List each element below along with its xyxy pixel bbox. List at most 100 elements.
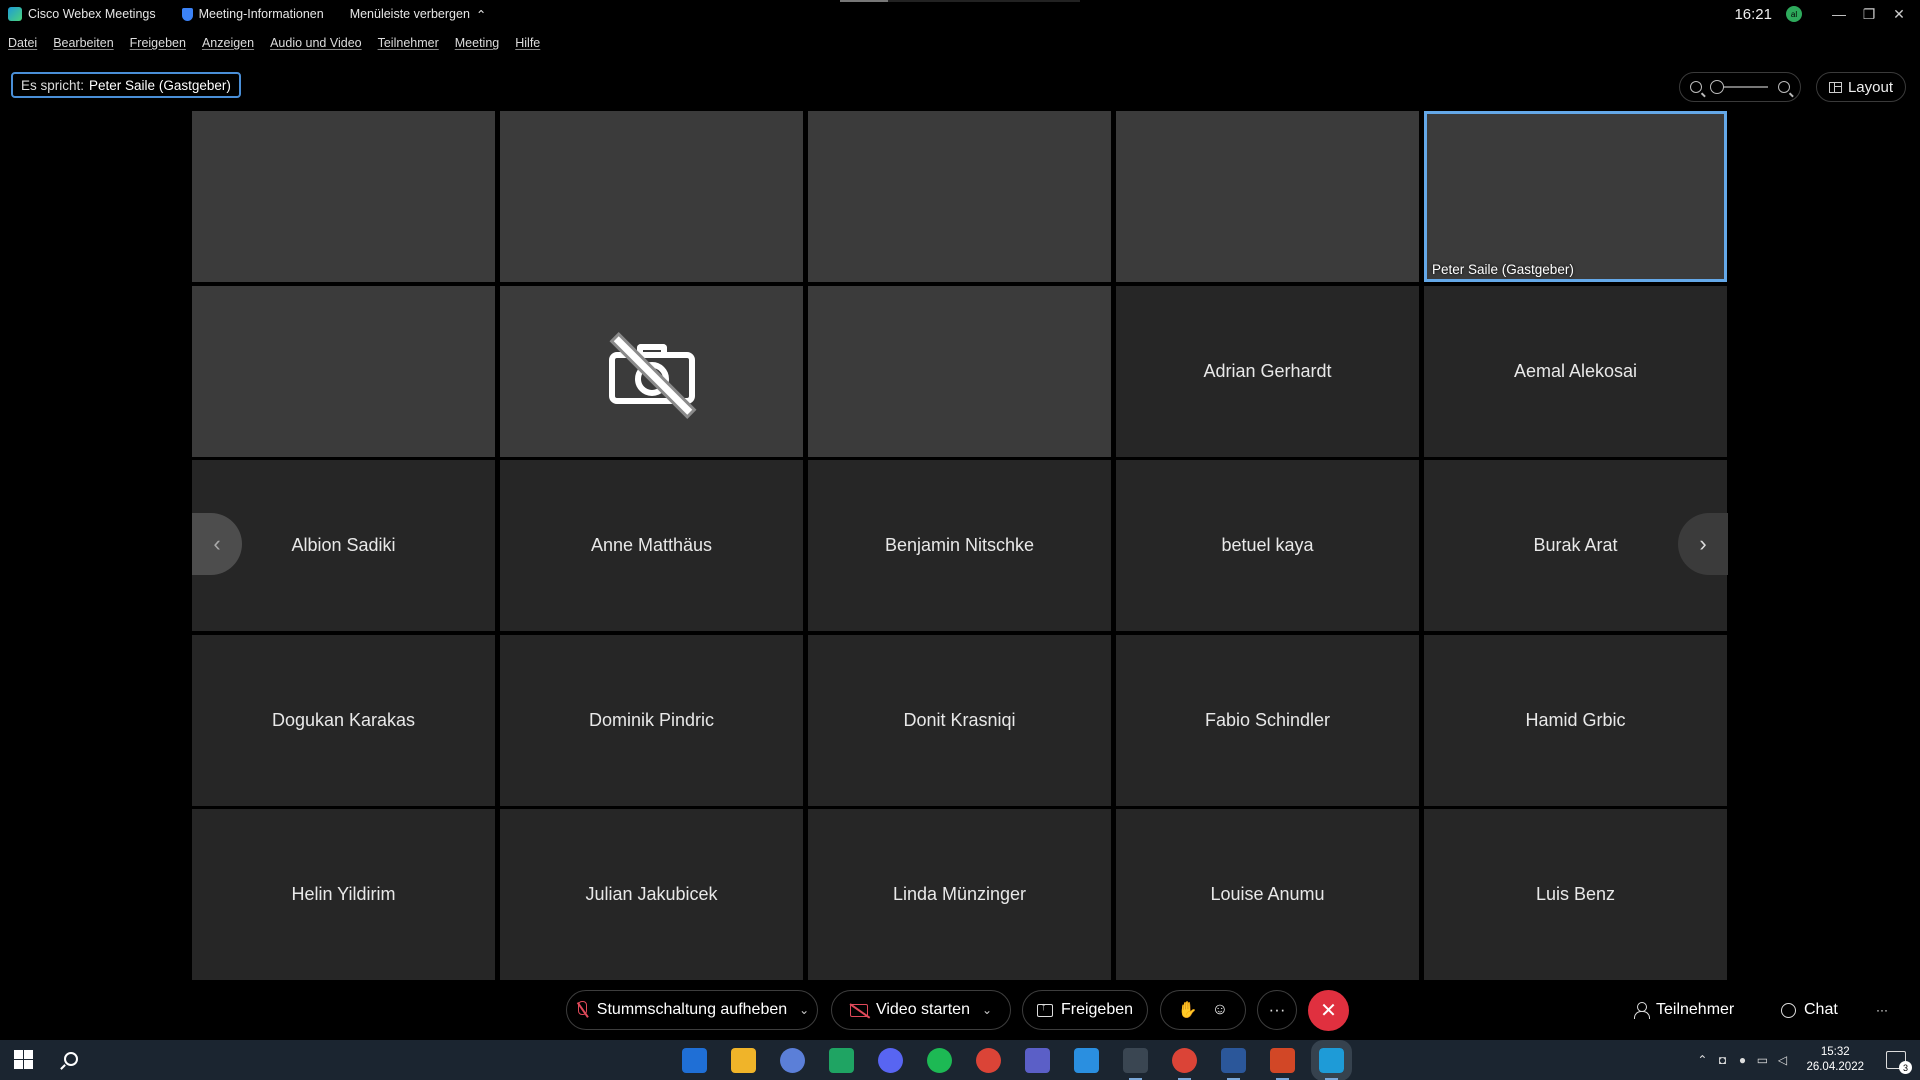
video-tile[interactable]	[1116, 111, 1419, 282]
share-icon	[1036, 1001, 1053, 1017]
emoji-reaction-icon[interactable]: ☺	[1212, 1001, 1228, 1019]
participant-tile[interactable]: Dominik Pindric	[500, 634, 803, 806]
video-off-icon	[849, 1003, 868, 1017]
menu-anzeigen[interactable]: Anzeigen	[202, 36, 254, 50]
avatar[interactable]: al	[1786, 6, 1802, 22]
menu-bearbeiten[interactable]: Bearbeiten	[53, 36, 113, 50]
participant-tile[interactable]: Hamid Grbic	[1424, 634, 1727, 806]
restore-icon[interactable]: ❐	[1854, 6, 1884, 23]
taskbar-apps	[682, 1039, 1352, 1080]
menu-hilfe[interactable]: Hilfe	[515, 36, 540, 50]
meeting-info-button[interactable]: Meeting-Informationen	[181, 7, 324, 21]
taskbar-time: 15:32	[1820, 1046, 1850, 1058]
participant-tile[interactable]: Donit Krasniqi	[808, 634, 1111, 806]
menu-audio-video[interactable]: Audio und Video	[270, 36, 362, 50]
chat-panel-button[interactable]: Chat	[1781, 990, 1838, 1030]
video-tile-camera-off[interactable]	[500, 285, 803, 457]
close-icon: ✕	[1320, 1000, 1337, 1022]
hide-menu-label: Menüleiste verbergen	[349, 7, 470, 21]
zoom-in-icon[interactable]	[1778, 81, 1790, 93]
reactions-group: ✋ ☺	[1160, 990, 1246, 1030]
menu-meeting[interactable]: Meeting	[455, 36, 499, 50]
participant-tile[interactable]: Linda Münzinger	[808, 809, 1111, 980]
participant-name: Burak Arat	[1533, 535, 1618, 555]
participant-tile[interactable]: Louise Anumu	[1116, 809, 1419, 980]
participant-name: Hamid Grbic	[1525, 709, 1626, 730]
react-icon[interactable]	[1123, 1047, 1148, 1080]
start-video-button[interactable]: Video starten ⌄	[831, 990, 1011, 1030]
participant-tile[interactable]: Julian Jakubicek	[500, 809, 803, 980]
participant-name: betuel kaya	[1221, 535, 1314, 555]
speaking-name: Peter Saile (Gastgeber)	[89, 77, 231, 93]
video-grid: Peter Saile (Gastgeber) Adrian Gerhardt …	[192, 111, 1728, 980]
video-tile[interactable]	[808, 111, 1111, 282]
video-tile[interactable]	[192, 285, 495, 457]
camera-off-icon	[607, 336, 697, 415]
leave-meeting-button[interactable]: ✕	[1308, 990, 1349, 1031]
participant-tile[interactable]: Aemal Alekosai	[1424, 285, 1727, 457]
participant-tile[interactable]: Adrian Gerhardt	[1116, 285, 1419, 457]
teams-icon[interactable]	[1025, 1047, 1050, 1073]
mail-icon[interactable]	[682, 1047, 707, 1073]
menu-freigeben[interactable]: Freigeben	[130, 36, 186, 50]
participant-name: Dominik Pindric	[588, 709, 715, 730]
word-icon[interactable]	[1221, 1047, 1246, 1080]
windows-start-icon[interactable]	[14, 1050, 33, 1069]
google-drive-icon[interactable]	[829, 1047, 854, 1073]
video-tile[interactable]	[808, 285, 1111, 457]
unmute-button[interactable]: Stummschaltung aufheben ⌄	[566, 990, 818, 1030]
title-bar: Cisco Webex Meetings Meeting-Information…	[0, 0, 1920, 28]
zoom-control[interactable]	[1679, 72, 1801, 102]
cortana-icon[interactable]	[780, 1047, 805, 1073]
more-panels-button[interactable]: ···	[1876, 990, 1888, 1030]
webex-logo-icon	[8, 7, 22, 21]
video-tile[interactable]	[192, 111, 495, 282]
notifications-icon[interactable]: 3	[1886, 1051, 1912, 1074]
menu-datei[interactable]: Datei	[8, 36, 37, 50]
layout-button[interactable]: Layout	[1816, 72, 1906, 102]
zoom-out-icon[interactable]	[1690, 81, 1702, 93]
start-video-label: Video starten	[875, 1001, 970, 1018]
minimize-icon[interactable]: —	[1824, 6, 1854, 22]
notification-count: 3	[1899, 1061, 1912, 1074]
more-options-button[interactable]: ···	[1257, 990, 1297, 1030]
zoom-slider[interactable]	[1710, 80, 1768, 94]
participant-tile[interactable]: Fabio Schindler	[1116, 634, 1419, 806]
participant-tile[interactable]: Helin Yildirim	[192, 809, 495, 980]
hide-menu-button[interactable]: Menüleiste verbergen ⌃	[350, 7, 487, 22]
video-tile-active-speaker[interactable]: Peter Saile (Gastgeber)	[1424, 111, 1727, 282]
search-icon[interactable]	[64, 1052, 78, 1066]
discord-icon[interactable]	[878, 1047, 903, 1073]
share-button[interactable]: Freigeben	[1022, 990, 1148, 1030]
file-explorer-icon[interactable]	[731, 1047, 756, 1073]
volume-icon[interactable]: ◁	[1776, 1053, 1788, 1067]
chrome-profile-icon[interactable]	[1172, 1047, 1197, 1080]
menu-teilnehmer[interactable]: Teilnehmer	[378, 36, 439, 50]
network-icon[interactable]: ▭	[1756, 1053, 1768, 1067]
participant-tile[interactable]: Anne Matthäus	[500, 460, 803, 631]
participants-panel-button[interactable]: Teilnehmer	[1634, 990, 1734, 1030]
person-icon	[1634, 1002, 1650, 1019]
participants-label: Teilnehmer	[1656, 1001, 1735, 1018]
participant-tile[interactable]: Dogukan Karakas	[192, 634, 495, 806]
taskbar-clock[interactable]: 15:32 26.04.2022	[1806, 1045, 1864, 1075]
video-tile[interactable]	[500, 111, 803, 282]
participant-tile[interactable]: Luis Benz	[1424, 809, 1727, 980]
chevron-up-icon[interactable]: ⌃	[1696, 1053, 1708, 1067]
chrome-icon[interactable]	[976, 1047, 1001, 1073]
webex-icon[interactable]	[1311, 1039, 1352, 1080]
vscode-icon[interactable]	[1074, 1047, 1099, 1073]
participant-tile[interactable]: betuel kaya	[1116, 460, 1419, 631]
raise-hand-icon[interactable]: ✋	[1178, 1000, 1198, 1020]
spotify-icon[interactable]	[927, 1047, 952, 1073]
share-label: Freigeben	[1060, 1001, 1134, 1018]
chevron-down-icon[interactable]: ⌄	[982, 1003, 992, 1017]
more-icon: ···	[1876, 1003, 1888, 1017]
chevron-up-icon: ⌃	[475, 7, 487, 22]
participant-tile[interactable]: Benjamin Nitschke	[808, 460, 1111, 631]
webcam-icon[interactable]: ◘	[1716, 1053, 1728, 1067]
chevron-down-icon[interactable]: ⌄	[799, 1003, 809, 1017]
close-icon[interactable]: ✕	[1884, 6, 1914, 23]
powerpoint-icon[interactable]	[1270, 1047, 1295, 1080]
microphone-icon[interactable]: ●	[1736, 1053, 1748, 1067]
